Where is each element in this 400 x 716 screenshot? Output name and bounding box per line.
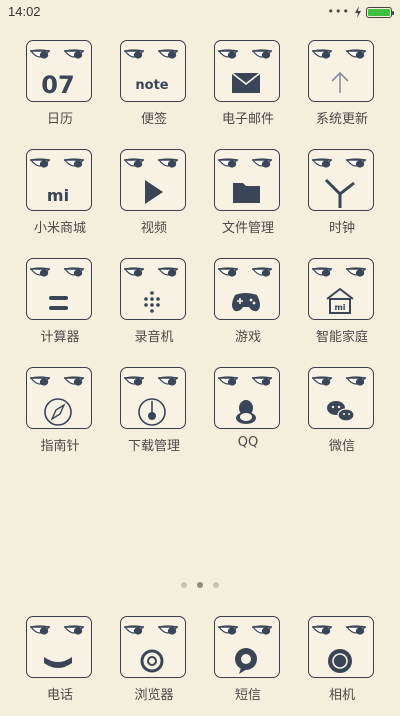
download-icon [120,367,186,429]
svg-text:mi: mi [47,186,69,205]
app-wechat[interactable]: 微信 [295,367,389,467]
app-label: 相机 [328,688,355,703]
app-label: 视频 [140,221,167,236]
app-calendar[interactable]: 07 日历 [13,40,107,140]
app-download[interactable]: 下载管理 [107,367,201,467]
app-folder[interactable]: 文件管理 [201,149,295,249]
page-indicator[interactable] [0,582,400,592]
app-recorder-dots[interactable]: 录音机 [107,258,201,358]
app-label: 电子邮件 [221,112,274,127]
message-icon [214,616,280,678]
app-phone[interactable]: 电话 [13,616,107,716]
app-label: 小米商城 [33,221,86,236]
mi-logo-icon: mi [26,149,92,211]
camera-icon [308,616,374,678]
app-equals[interactable]: 计算器 [13,258,107,358]
app-label: 系统更新 [315,112,368,127]
app-mi-logo[interactable]: mi 小米商城 [13,149,107,249]
app-gamepad[interactable]: 游戏 [201,258,295,358]
charging-icon [355,6,361,18]
page-dot[interactable] [213,582,219,588]
notes-icon: note [120,40,186,102]
compass-icon [26,367,92,429]
app-message[interactable]: 短信 [201,616,295,716]
app-mail[interactable]: 电子邮件 [201,40,295,140]
recorder-dots-icon [120,258,186,320]
app-browser[interactable]: 浏览器 [107,616,201,716]
calendar-icon: 07 [26,40,92,102]
smart-home-icon: mi [308,258,374,320]
app-label: QQ [237,435,259,450]
svg-text:07: 07 [41,71,74,99]
app-label: 计算器 [40,330,80,345]
app-notes[interactable]: note 便签 [107,40,201,140]
svg-text:note: note [135,78,168,93]
app-label: 短信 [234,688,261,703]
app-update-arrow[interactable]: 系统更新 [295,40,389,140]
update-arrow-icon [308,40,374,102]
qq-penguin-icon [214,367,280,429]
signal-icon: ••• [327,5,350,18]
browser-icon [120,616,186,678]
app-qq-penguin[interactable]: QQ [201,367,295,467]
equals-icon [26,258,92,320]
status-indicators: ••• [327,5,394,19]
app-label: 文件管理 [221,221,274,236]
app-label: 微信 [328,439,355,454]
app-clock[interactable]: 时钟 [295,149,389,249]
app-label: 指南针 [40,439,80,454]
svg-text:mi: mi [334,303,345,312]
app-label: 游戏 [234,330,261,345]
app-label: 日历 [46,112,73,127]
app-compass[interactable]: 指南针 [13,367,107,467]
app-camera[interactable]: 相机 [295,616,389,716]
app-label: 时钟 [328,221,355,236]
page-dot[interactable] [181,582,187,588]
app-label: 录音机 [134,330,174,345]
wechat-icon [308,367,374,429]
status-time: 14:02 [8,4,41,19]
phone-icon [26,616,92,678]
app-label: 浏览器 [134,688,174,703]
folder-icon [214,149,280,211]
clock-icon [308,149,374,211]
gamepad-icon [214,258,280,320]
app-label: 便签 [140,112,167,127]
mail-icon [214,40,280,102]
app-label: 电话 [46,688,73,703]
status-bar: 14:02 ••• [0,0,400,24]
app-play[interactable]: 视频 [107,149,201,249]
app-label: 智能家庭 [315,330,368,345]
play-icon [120,149,186,211]
page-dot[interactable] [197,582,203,588]
app-label: 下载管理 [127,439,180,454]
app-smart-home[interactable]: mi 智能家庭 [295,258,389,358]
battery-icon [366,6,394,18]
